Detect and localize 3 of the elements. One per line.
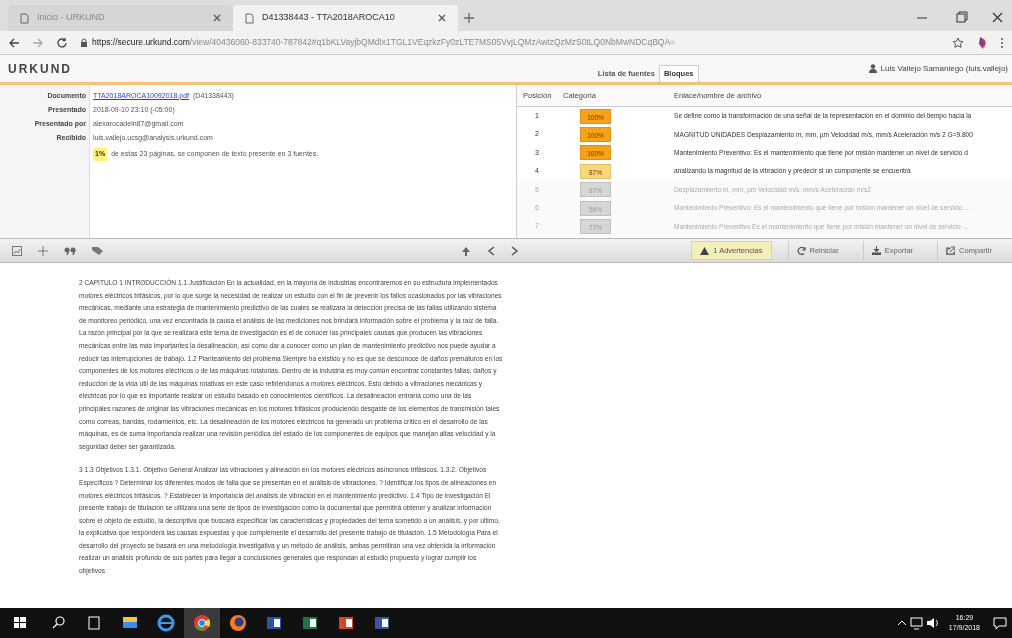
urkund-logo: URKUND [8,60,72,78]
user-name[interactable]: Luis Vallejo Samaniego (luis.vallejo) [880,62,1008,75]
browser-tab[interactable]: D41338443 - TTA2018AROCA10 [233,5,458,31]
